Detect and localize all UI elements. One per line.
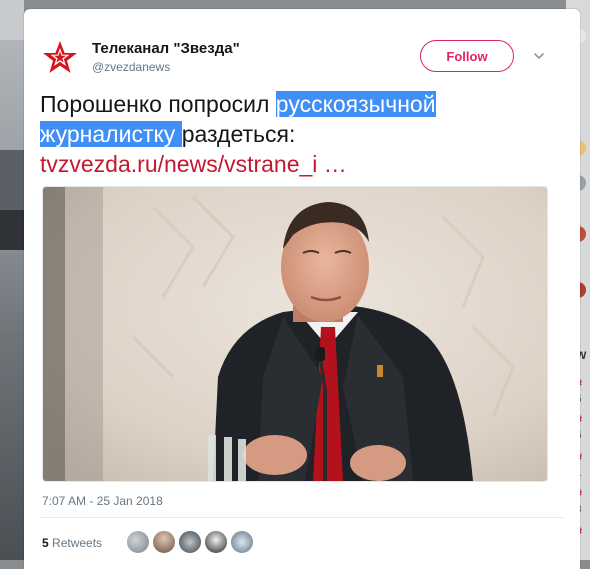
retweets-count: 5 (42, 536, 49, 550)
tweet-line-3: tvzvezda.ru/news/vstrane_i … (40, 149, 560, 179)
tweet-text: Порошенко попросил русскоязычной журнали… (40, 89, 560, 179)
avatar[interactable] (126, 530, 150, 554)
tweet-card: Телеканал "Звезда" @zvezdanews Follow По… (24, 9, 580, 569)
divider (40, 517, 564, 518)
tweet-timestamp[interactable]: 7:07 AM - 25 Jan 2018 (42, 494, 163, 508)
retweets-label: Retweets (52, 536, 103, 550)
tweet-text-plain-1: Порошенко попросил (40, 91, 276, 117)
tweet-text-plain-2: раздеться: (181, 121, 296, 147)
background-left-strip (0, 0, 24, 560)
tweet-line-1: Порошенко попросил русскоязычной (40, 89, 560, 119)
follow-button[interactable]: Follow (420, 40, 514, 72)
tweet-text-selected-1: русскоязычной (275, 91, 436, 117)
avatar[interactable] (230, 530, 254, 554)
tweet-photo[interactable] (42, 186, 548, 482)
chevron-down-icon[interactable] (532, 49, 546, 63)
retweets-stat[interactable]: 5 Retweets (42, 536, 102, 550)
tweet-line-2: журналистку раздеться: (40, 119, 560, 149)
account-name[interactable]: Телеканал "Звезда" (92, 40, 240, 57)
tweet-text-selected-2: журналистку (40, 121, 182, 147)
avatar[interactable] (152, 530, 176, 554)
photo-image (43, 187, 547, 481)
red-star-logo-icon[interactable] (42, 39, 78, 79)
tweet-link[interactable]: tvzvezda.ru/news/vstrane_i … (40, 151, 347, 177)
avatar[interactable] (178, 530, 202, 554)
avatar[interactable] (204, 530, 228, 554)
account-handle[interactable]: @zvezdanews (92, 60, 170, 74)
